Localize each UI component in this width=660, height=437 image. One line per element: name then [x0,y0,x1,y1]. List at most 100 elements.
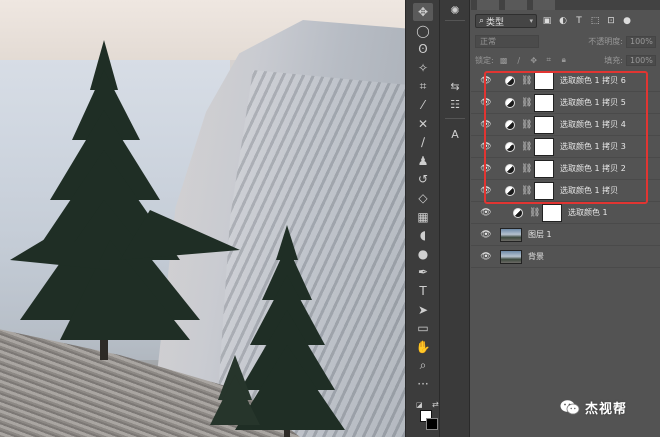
mask-link-icon[interactable]: ⛓︎ [521,120,532,130]
type-tool-icon[interactable]: T [413,282,433,300]
character-panel-icon[interactable]: A [447,126,463,142]
chevron-down-icon: ▾ [529,17,533,25]
crop-tool-icon[interactable]: ⌗ [413,77,433,95]
marquee-tool-icon[interactable]: ◯ [413,22,433,40]
panel-tab-channels[interactable] [505,0,527,10]
eyedropper-tool-icon[interactable]: ⁄ [413,96,433,114]
shape-filter-icon[interactable]: ⬚ [589,15,601,27]
visibility-eye-icon[interactable]: 👁︎ [478,98,494,108]
tools-panel: ✥ ◯ ʘ ✧ ⌗ ⁄ ✕ ∕ ♟ ↺ ◇ ▦ ◖ ● ✒ T ➤ ▭ ✋ ⌕ ··· [405,0,440,437]
default-colors-icon[interactable]: ◪ [416,401,423,409]
layer-name: 图层 1 [528,230,552,239]
layer-row[interactable]: 👁︎ ⛓︎ 选取颜色 1 拷贝 [471,180,660,202]
background-color-swatch[interactable] [426,418,438,430]
layer-mask-thumbnail[interactable] [534,115,554,134]
watermark-text: 杰视帮 [585,401,628,417]
visibility-eye-icon[interactable]: 👁︎ [478,230,494,240]
layer-row[interactable]: 👁︎ 图层 1 [471,224,660,246]
smart-object-filter-icon[interactable]: ⊡ [605,15,617,27]
move-tool-icon[interactable]: ✥ [413,3,433,21]
layer-name: 选取颜色 1 拷贝 [560,186,619,195]
properties-panel-icon[interactable]: ☷ [447,96,463,112]
mask-link-icon[interactable]: ⛓︎ [521,164,532,174]
panel-tab-layers[interactable] [477,0,499,10]
lock-artboard-icon[interactable]: ⌗ [544,55,554,65]
visibility-eye-icon[interactable]: 👁︎ [478,164,494,174]
filter-toggle-icon[interactable]: ● [621,15,633,27]
layer-mask-thumbnail[interactable] [534,159,554,178]
more-tools-icon[interactable]: ··· [413,375,433,393]
layer-name: 选取颜色 1 拷贝 2 [560,164,626,173]
layer-row[interactable]: 👁︎ ⛓︎ 选取颜色 1 拷贝 2 [471,158,660,180]
adjustment-layer-icon [505,141,515,152]
mask-link-icon[interactable]: ⛓︎ [521,76,532,86]
fill-input[interactable]: 100% [626,54,656,66]
zoom-tool-icon[interactable]: ⌕ [413,356,433,374]
lock-label: 锁定: [475,55,494,65]
visibility-eye-icon[interactable]: 👁︎ [478,76,494,86]
layer-name: 选取颜色 1 拷贝 5 [560,98,626,107]
lock-position-icon[interactable]: ✥ [529,55,539,65]
rectangle-tool-icon[interactable]: ▭ [413,319,433,337]
adjustment-filter-icon[interactable]: ◐ [557,15,569,27]
brush-tool-icon[interactable]: ∕ [413,133,433,151]
adjustment-layer-icon [505,97,515,108]
layer-row[interactable]: 👁︎ ⛓︎ 选取颜色 1 [471,202,660,224]
panel-tab-paths[interactable] [533,0,555,10]
clone-stamp-tool-icon[interactable]: ♟ [413,152,433,170]
history-panel-icon[interactable]: ✺ [447,2,463,18]
layer-row[interactable]: 👁︎ ⛓︎ 选取颜色 1 拷贝 6 [471,70,660,92]
visibility-eye-icon[interactable]: 👁︎ [478,208,494,218]
visibility-eye-icon[interactable]: 👁︎ [478,142,494,152]
layer-thumbnail[interactable] [500,249,522,264]
magic-wand-tool-icon[interactable]: ✧ [413,59,433,77]
mask-link-icon[interactable]: ⛓︎ [521,98,532,108]
mask-link-icon[interactable]: ⛓︎ [529,208,540,218]
layer-thumbnail[interactable] [500,227,522,242]
layer-filter-select[interactable]: ⌕ 类型 ▾ [475,14,537,28]
blend-mode-select[interactable]: 正常 [475,35,539,48]
healing-brush-tool-icon[interactable]: ✕ [413,115,433,133]
layer-mask-thumbnail[interactable] [534,71,554,90]
layer-row[interactable]: 👁︎ 背景 [471,246,660,268]
layer-mask-thumbnail[interactable] [542,203,562,222]
visibility-eye-icon[interactable]: 👁︎ [478,120,494,130]
adjustment-layer-icon [505,119,515,130]
adjustments-panel-icon[interactable]: ⇆ [447,78,463,94]
eraser-tool-icon[interactable]: ◇ [413,189,433,207]
layer-row[interactable]: 👁︎ ⛓︎ 选取颜色 1 拷贝 4 [471,114,660,136]
mask-link-icon[interactable]: ⛓︎ [521,142,532,152]
type-filter-icon[interactable]: T [573,15,585,27]
path-selection-tool-icon[interactable]: ➤ [413,301,433,319]
pen-tool-icon[interactable]: ✒ [413,263,433,281]
lock-pixels-icon[interactable]: ∕ [514,55,524,65]
layer-mask-thumbnail[interactable] [534,181,554,200]
swap-colors-icon[interactable]: ⇄ [432,400,439,409]
history-brush-tool-icon[interactable]: ↺ [413,170,433,188]
layer-name: 选取颜色 1 拷贝 6 [560,76,626,85]
layer-mask-thumbnail[interactable] [534,93,554,112]
document-canvas[interactable] [0,0,405,437]
opacity-control: 不透明度: 100% [588,35,656,48]
visibility-eye-icon[interactable]: 👁︎ [478,186,494,196]
pixel-filter-icon[interactable]: ▣ [541,15,553,27]
opacity-label: 不透明度: [588,37,623,46]
fill-label: 填充: [604,55,623,65]
layer-row[interactable]: 👁︎ ⛓︎ 选取颜色 1 拷贝 3 [471,136,660,158]
lock-transparency-icon[interactable]: ▩ [499,55,509,65]
dodge-tool-icon[interactable]: ● [413,245,433,263]
blur-tool-icon[interactable]: ◖ [413,226,433,244]
visibility-eye-icon[interactable]: 👁︎ [478,252,494,262]
lock-all-icon[interactable]: 🔒︎ [559,55,569,65]
hand-tool-icon[interactable]: ✋ [413,338,433,356]
opacity-input[interactable]: 100% [626,35,656,48]
layer-mask-thumbnail[interactable] [534,137,554,156]
strip-separator [445,118,465,119]
lasso-tool-icon[interactable]: ʘ [413,40,433,58]
panel-tabs [471,0,660,10]
gradient-tool-icon[interactable]: ▦ [413,208,433,226]
layer-row[interactable]: 👁︎ ⛓︎ 选取颜色 1 拷贝 5 [471,92,660,114]
mask-link-icon[interactable]: ⛓︎ [521,186,532,196]
strip-separator [445,20,465,21]
collapsed-panels-strip: ✺ ⇆ ☷ A [440,0,470,437]
